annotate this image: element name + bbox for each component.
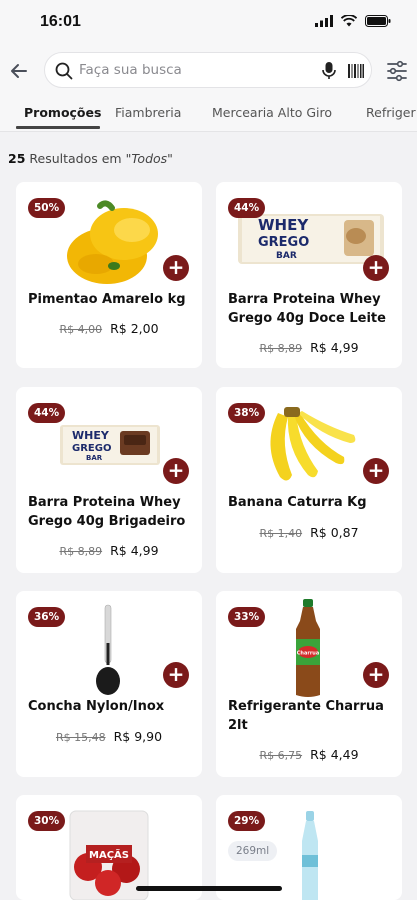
ladle-image	[96, 604, 120, 695]
tab-promocoes[interactable]: Promoções	[24, 96, 101, 130]
category-tabs: Promoções Fiambreria Mercearia Alto Giro…	[0, 96, 417, 132]
search-icon	[55, 62, 73, 80]
home-indicator[interactable]	[136, 886, 282, 891]
add-to-cart-button[interactable]: +	[163, 255, 189, 281]
discount-badge: 30%	[28, 811, 66, 831]
discount-badge: 44%	[228, 198, 266, 218]
discount-badge: 50%	[28, 198, 66, 218]
volume-chip: 269ml	[228, 841, 278, 861]
add-to-cart-button[interactable]: +	[363, 458, 389, 484]
barcode-icon[interactable]	[347, 62, 365, 80]
plus-icon: +	[167, 458, 185, 482]
bar-text-2: BAR	[86, 454, 103, 462]
old-price: R$ 6,75	[259, 749, 303, 762]
grego-text-2: GREGO	[72, 443, 111, 454]
header	[0, 46, 417, 96]
product-name: Banana Caturra Kg	[228, 495, 367, 510]
product-prices: R$ 8,89 R$ 4,99	[16, 543, 202, 558]
product-name: Pimentao Amarelo kg	[28, 292, 186, 307]
plus-icon: +	[367, 662, 385, 686]
status-bar: 16:01	[0, 0, 417, 46]
whey-bar-doce-leite-image: WHEY GREGO BAR	[238, 214, 384, 264]
add-to-cart-button[interactable]: +	[363, 662, 389, 688]
status-time: 16:01	[40, 13, 81, 30]
product-card[interactable]: WHEY GREGO BAR 44% + Barra Proteina Whey…	[16, 387, 202, 573]
product-card[interactable]: 29% 269ml	[216, 795, 402, 900]
current-price: R$ 4,49	[310, 747, 359, 762]
yellow-pepper-image	[67, 200, 158, 284]
add-to-cart-button[interactable]: +	[163, 662, 189, 688]
results-count: 25	[8, 151, 26, 166]
discount-badge: 33%	[228, 607, 266, 627]
whey-text-1: WHEY	[258, 216, 309, 234]
discount-badge: 36%	[28, 607, 66, 627]
plus-icon: +	[167, 662, 185, 686]
current-price: R$ 2,00	[110, 321, 159, 336]
product-card[interactable]: 50% + Pimentao Amarelo kg R$ 4,00 R$ 2,0…	[16, 182, 202, 368]
product-prices: R$ 6,75 R$ 4,49	[216, 747, 402, 762]
product-name: Concha Nylon/Inox	[28, 699, 165, 714]
product-name: Refrigerante Charrua 2lt	[228, 699, 384, 733]
discount-badge: 44%	[28, 403, 66, 423]
back-button[interactable]	[6, 58, 32, 84]
apple-bag-label: MAÇÃS	[89, 848, 129, 861]
mic-icon[interactable]	[321, 61, 337, 81]
results-text: Resultados em	[29, 151, 122, 166]
tab-mercearia-alto-giro[interactable]: Mercearia Alto Giro	[212, 96, 332, 130]
whey-text-2: WHEY	[72, 429, 110, 442]
results-filter: "Todos"	[125, 151, 173, 166]
current-price: R$ 4,99	[310, 340, 359, 355]
product-prices: R$ 8,89 R$ 4,99	[216, 340, 402, 355]
status-icons	[315, 15, 391, 27]
filter-sliders-icon	[387, 60, 407, 82]
filter-button[interactable]	[385, 59, 409, 87]
old-price: R$ 8,89	[59, 545, 103, 558]
wifi-icon	[341, 15, 357, 27]
back-arrow-icon	[11, 64, 27, 78]
old-price: R$ 8,89	[259, 342, 303, 355]
product-prices: R$ 15,48 R$ 9,90	[16, 729, 202, 744]
water-bottle-image	[302, 811, 318, 900]
product-card[interactable]: MAÇÃS 30%	[16, 795, 202, 900]
current-price: R$ 9,90	[113, 729, 163, 744]
search-input[interactable]	[79, 59, 319, 81]
banana-image	[270, 407, 356, 481]
add-to-cart-button[interactable]: +	[163, 458, 189, 484]
bar-text-1: BAR	[276, 251, 297, 261]
active-tab-indicator	[16, 126, 100, 129]
tab-fiambreria[interactable]: Fiambreria	[115, 96, 181, 130]
current-price: R$ 0,87	[310, 525, 359, 540]
old-price: R$ 1,40	[259, 527, 303, 540]
product-card[interactable]: 36% + Concha Nylon/Inox R$ 15,48 R$ 9,90	[16, 591, 202, 777]
plus-icon: +	[367, 255, 385, 279]
plus-icon: +	[367, 458, 385, 482]
add-to-cart-button[interactable]: +	[363, 255, 389, 281]
product-card[interactable]: Charrua 33% + Refrigerante Charrua 2lt R…	[216, 591, 402, 777]
plus-icon: +	[167, 255, 185, 279]
product-prices: R$ 1,40 R$ 0,87	[216, 525, 402, 540]
battery-icon	[365, 15, 391, 27]
results-summary: 25 Resultados em "Todos"	[8, 151, 173, 166]
product-card[interactable]: 38% + Banana Caturra Kg R$ 1,40 R$ 0,87	[216, 387, 402, 573]
grego-text-1: GREGO	[258, 235, 309, 250]
old-price: R$ 4,00	[59, 323, 103, 336]
search-box[interactable]	[44, 52, 372, 88]
discount-badge: 38%	[228, 403, 266, 423]
old-price: R$ 15,48	[55, 731, 106, 744]
whey-bar-brigadeiro-image: WHEY GREGO BAR	[60, 425, 160, 465]
product-prices: R$ 4,00 R$ 2,00	[16, 321, 202, 336]
product-card[interactable]: WHEY GREGO BAR 44% + Barra Proteina Whey…	[216, 182, 402, 368]
product-name: Barra Proteina Whey Grego 40g Doce Leite	[228, 292, 386, 326]
signal-icon	[315, 15, 333, 27]
soda-bottle-image: Charrua	[296, 599, 320, 697]
discount-badge: 29%	[228, 811, 266, 831]
current-price: R$ 4,99	[110, 543, 159, 558]
tab-refrigerantes[interactable]: Refriger	[366, 96, 416, 130]
charrua-label-text: Charrua	[297, 651, 319, 657]
product-name: Barra Proteina Whey Grego 40g Brigadeiro	[28, 495, 186, 529]
